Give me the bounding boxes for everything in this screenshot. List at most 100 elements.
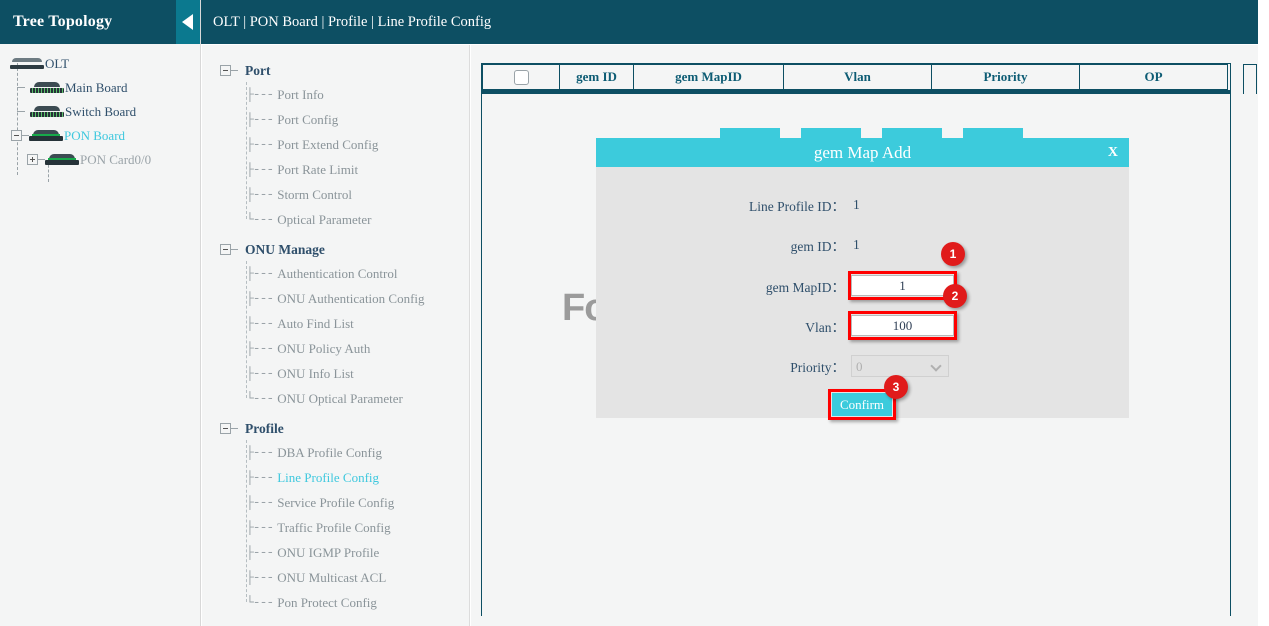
menu-branch-dash: ├--- xyxy=(246,187,273,202)
menu-group-label: Profile xyxy=(245,421,284,437)
field-label-vlan: Vlan： xyxy=(599,316,851,336)
device-icon xyxy=(30,82,64,93)
field-value-gem-id: 1 xyxy=(851,237,1126,253)
menu-item-onu-info-list[interactable]: ├--- ONU Info List xyxy=(202,361,469,386)
menu-group-header[interactable]: ONU Manage xyxy=(202,238,469,261)
collapse-sidebar-button[interactable] xyxy=(176,0,200,44)
menu-expander-minus-icon[interactable] xyxy=(220,423,231,434)
tree-item-label: PON Board xyxy=(64,128,125,144)
menu-branch-dash: ├--- xyxy=(246,87,273,102)
menu-branch-dash: ├--- xyxy=(246,291,273,306)
tree-expander-plus-icon[interactable] xyxy=(27,154,38,165)
tree-branch-dash xyxy=(22,135,29,136)
menu-group-header[interactable]: Profile xyxy=(202,417,469,440)
tree-item-main-board[interactable]: Main Board xyxy=(0,76,200,99)
tree-topology-body: OLT Main Board Switch Board xyxy=(0,44,200,171)
menu-item-pon-protect-config[interactable]: └--- Pon Protect Config xyxy=(202,590,469,615)
field-label-line-profile-id: Line Profile ID： xyxy=(599,195,851,215)
breadcrumb: OLT | PON Board | Profile | Line Profile… xyxy=(213,14,491,30)
menu-item-service-profile-config[interactable]: ├--- Service Profile Config xyxy=(202,490,469,515)
tree-branch-dash xyxy=(231,428,238,429)
menu-item-port-info[interactable]: ├--- Port Info xyxy=(202,82,469,107)
dialog-header: gem Map Add X xyxy=(596,138,1129,167)
annotation-badge-3: 3 xyxy=(884,375,908,399)
gem-map-add-dialog: gem Map Add X Line Profile ID： 1 gem ID：… xyxy=(596,138,1129,418)
tree-item-olt[interactable]: OLT xyxy=(0,52,200,75)
menu-group-label: Port xyxy=(245,63,270,79)
menu-group-port: Port ├--- Port Info ├--- Port Config ├--… xyxy=(202,59,469,232)
caret-left-icon xyxy=(182,14,193,30)
menu-item-label: Auto Find List xyxy=(277,316,354,332)
tree-item-pon-card[interactable]: PON Card0/0 xyxy=(0,148,200,171)
vlan-input[interactable] xyxy=(851,315,954,336)
tree-topology-header: Tree Topology xyxy=(0,0,200,44)
menu-item-dba-profile-config[interactable]: ├--- DBA Profile Config xyxy=(202,440,469,465)
menu-branch-dash: ├--- xyxy=(246,366,273,381)
menu-item-authentication-control[interactable]: ├--- Authentication Control xyxy=(202,261,469,286)
menu-item-label: ONU Multicast ACL xyxy=(277,570,386,586)
menu-item-traffic-profile-config[interactable]: ├--- Traffic Profile Config xyxy=(202,515,469,540)
menu-item-storm-control[interactable]: ├--- Storm Control xyxy=(202,182,469,207)
tree-item-switch-board[interactable]: Switch Board xyxy=(0,100,200,123)
tree-topology-panel: Tree Topology OLT xyxy=(0,0,201,626)
table-scrollbar[interactable] xyxy=(1243,64,1257,94)
field-row-gem-id: gem ID： 1 xyxy=(596,235,1129,255)
menu-item-onu-igmp-profile[interactable]: ├--- ONU IGMP Profile xyxy=(202,540,469,565)
menu-item-label: Optical Parameter xyxy=(277,212,371,228)
menu-group-label: ONU Manage xyxy=(245,242,325,258)
field-label-gem-mapid: gem MapID： xyxy=(599,276,851,296)
menu-branch-dash: ├--- xyxy=(246,520,273,535)
checkbox-icon[interactable] xyxy=(514,70,529,85)
tree-branch-dash xyxy=(38,159,45,160)
field-label-gem-id: gem ID： xyxy=(599,235,851,255)
menu-branch-dash: ├--- xyxy=(246,570,273,585)
menu-group-header[interactable]: Port xyxy=(202,59,469,82)
menu-expander-minus-icon[interactable] xyxy=(220,244,231,255)
menu-item-onu-multicast-acl[interactable]: ├--- ONU Multicast ACL xyxy=(202,565,469,590)
close-icon[interactable]: X xyxy=(1108,138,1118,167)
menu-item-optical-parameter[interactable]: └--- Optical Parameter xyxy=(202,207,469,232)
device-icon xyxy=(30,106,64,117)
dialog-title: gem Map Add xyxy=(814,143,911,162)
menu-branch-dash: ├--- xyxy=(246,545,273,560)
menu-branch-dash: ├--- xyxy=(246,445,273,460)
tree-item-pon-board[interactable]: PON Board xyxy=(0,124,200,147)
menu-branch-dash: ├--- xyxy=(246,266,273,281)
menu-branch-dash: └--- xyxy=(246,212,273,227)
confirm-button[interactable]: Confirm xyxy=(832,393,892,416)
menu-item-label: Storm Control xyxy=(277,187,352,203)
menu-item-line-profile-config[interactable]: ├--- Line Profile Config xyxy=(202,465,469,490)
annotation-badge-2: 2 xyxy=(943,284,967,308)
table-header-priority: Priority xyxy=(932,64,1080,90)
field-row-gem-mapid: gem MapID： xyxy=(596,275,1129,296)
menu-item-label: ONU Optical Parameter xyxy=(277,391,403,407)
menu-item-port-extend-config[interactable]: ├--- Port Extend Config xyxy=(202,132,469,157)
menu-branch-dash: ├--- xyxy=(246,341,273,356)
tree-branch-dash xyxy=(231,70,238,71)
menu-group-profile: Profile ├--- DBA Profile Config ├--- Lin… xyxy=(202,417,469,615)
menu-expander-minus-icon[interactable] xyxy=(220,65,231,76)
tree-item-label: Main Board xyxy=(65,80,127,96)
tree-item-label: Switch Board xyxy=(65,104,136,120)
field-row-priority: Priority： 0 xyxy=(596,355,1129,377)
priority-select[interactable]: 0 xyxy=(851,355,949,377)
menu-item-onu-authentication-config[interactable]: ├--- ONU Authentication Config xyxy=(202,286,469,311)
menu-item-port-config[interactable]: ├--- Port Config xyxy=(202,107,469,132)
gem-mapid-input[interactable] xyxy=(851,275,954,296)
tree-item-label: OLT xyxy=(45,56,69,72)
menu-item-auto-find-list[interactable]: ├--- Auto Find List xyxy=(202,311,469,336)
menu-branch-dash: └--- xyxy=(246,391,273,406)
menu-group-onu-manage: ONU Manage ├--- Authentication Control ├… xyxy=(202,238,469,411)
menu-item-port-rate-limit[interactable]: ├--- Port Rate Limit xyxy=(202,157,469,182)
menu-item-label: Port Config xyxy=(277,112,338,128)
menu-branch-dash: ├--- xyxy=(246,316,273,331)
menu-item-label: Traffic Profile Config xyxy=(277,520,390,536)
field-row-line-profile-id: Line Profile ID： 1 xyxy=(596,195,1129,215)
menu-item-label: Service Profile Config xyxy=(277,495,394,511)
tree-expander-minus-icon[interactable] xyxy=(11,130,22,141)
menu-item-label: Port Rate Limit xyxy=(277,162,358,178)
menu-item-onu-optical-parameter[interactable]: └--- ONU Optical Parameter xyxy=(202,386,469,411)
menu-item-label: ONU Policy Auth xyxy=(277,341,370,357)
menu-item-label: Line Profile Config xyxy=(277,470,379,486)
menu-item-onu-policy-auth[interactable]: ├--- ONU Policy Auth xyxy=(202,336,469,361)
